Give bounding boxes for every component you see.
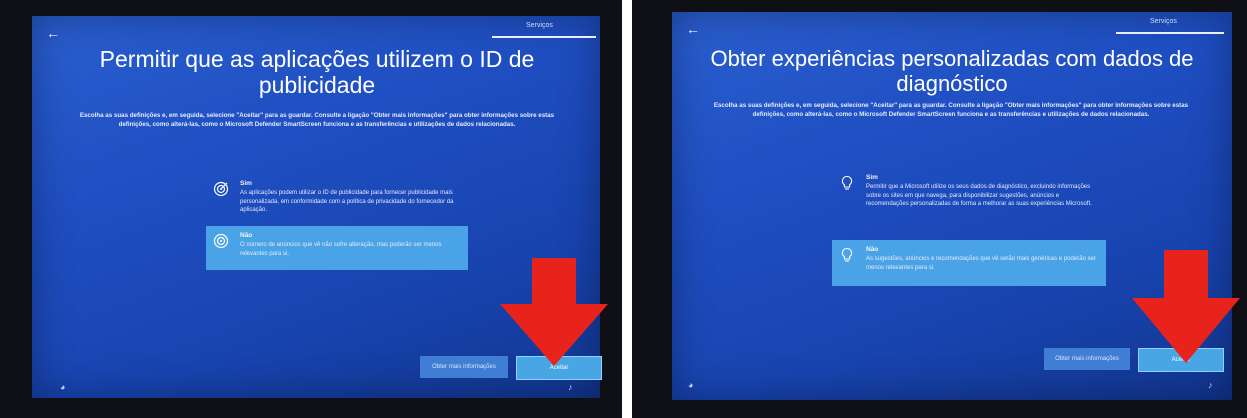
page-title: Permitir que as aplicações utilizem o ID… — [99, 46, 535, 99]
tab-services[interactable]: Serviços — [520, 20, 559, 32]
tab-underline — [1116, 32, 1224, 34]
back-arrow-icon[interactable]: ← — [686, 22, 700, 36]
volume-icon[interactable]: ♪ — [568, 382, 573, 392]
lightbulb-icon — [838, 246, 856, 264]
volume-icon[interactable]: ♪ — [1208, 380, 1213, 390]
page-title: Obter experiências personalizadas com da… — [710, 46, 1194, 97]
target-icon — [212, 180, 230, 198]
option-no-desc: O número de anúncios que vê não sofre al… — [240, 242, 442, 257]
red-down-arrow-icon — [1132, 250, 1240, 363]
option-yes-desc: As aplicações podem utilizar o ID de pub… — [240, 190, 454, 214]
accessibility-icon[interactable]: ◕ — [688, 380, 693, 390]
option-no[interactable]: Não O número de anúncios que vê não sofr… — [206, 226, 468, 271]
option-yes-title: Sim — [866, 174, 878, 181]
tab-underline — [492, 36, 596, 38]
option-yes[interactable]: Sim Permitir que a Microsoft utilize os … — [832, 170, 1104, 213]
tab-services[interactable]: Serviços — [1144, 16, 1183, 28]
option-no[interactable]: Não As sugestões, anúncios e recomendaçõ… — [832, 240, 1106, 287]
red-down-arrow-icon — [500, 258, 608, 366]
learn-more-button[interactable]: Obter mais informações — [420, 356, 508, 378]
page-description: Escolha as suas definições e, em seguida… — [79, 112, 555, 128]
back-arrow-icon[interactable]: ← — [46, 26, 60, 40]
option-no-title: Não — [240, 232, 253, 239]
right-screenshot: ← Serviços Obter experiências personaliz… — [632, 0, 1247, 418]
lightbulb-icon — [838, 174, 856, 192]
tab-services-label: Serviços — [1150, 18, 1177, 25]
option-yes-desc: Permitir que a Microsoft utilize os seus… — [866, 184, 1092, 208]
tab-services-label: Serviços — [526, 22, 553, 29]
option-yes[interactable]: Sim As aplicações podem utilizar o ID de… — [206, 176, 476, 219]
page-description: Escolha as suas definições e, em seguida… — [713, 102, 1189, 118]
accessibility-icon[interactable]: ◕ — [60, 382, 65, 392]
option-no-desc: As sugestões, anúncios e recomendações q… — [866, 256, 1096, 271]
target-icon — [212, 232, 230, 250]
learn-more-button[interactable]: Obter mais informações — [1044, 348, 1130, 370]
left-screenshot: ← Serviços Permitir que as aplicações ut… — [0, 0, 622, 418]
option-yes-title: Sim — [240, 180, 252, 187]
option-no-title: Não — [866, 246, 879, 253]
